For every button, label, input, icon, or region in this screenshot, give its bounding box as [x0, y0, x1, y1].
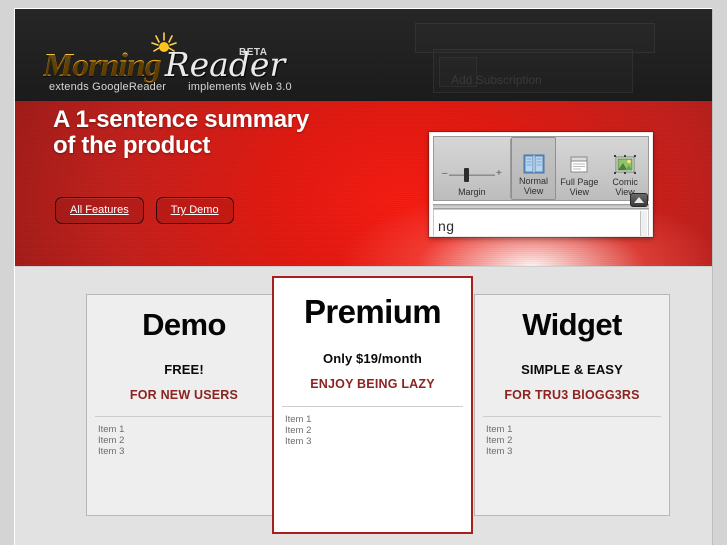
- screenshot-body-text: ng: [438, 218, 455, 234]
- all-features-button[interactable]: All Features: [55, 197, 144, 224]
- full-page-view-icon: [567, 155, 591, 175]
- slider-minus-icon[interactable]: –: [442, 168, 448, 180]
- try-demo-button[interactable]: Try Demo: [155, 197, 234, 224]
- slider-thumb[interactable]: [463, 168, 469, 182]
- normal-view-label-line2: View: [523, 186, 544, 196]
- list-item: Item 2: [486, 435, 513, 446]
- pricing-card-price: SIMPLE & EASY: [521, 362, 623, 377]
- logo-beta-badge: BETA: [239, 47, 268, 58]
- list-item: Item 2: [98, 435, 125, 446]
- normal-view-label-line1: Normal: [519, 176, 549, 186]
- pricing-card-premium[interactable]: Premium Only $19/month ENJOY BEING LAZY …: [272, 276, 473, 534]
- scroll-up-icon[interactable]: [630, 193, 648, 207]
- list-item: Item 3: [98, 446, 125, 457]
- full-page-view-label-line2: View: [569, 187, 589, 197]
- logo-word-morning: Morning: [43, 47, 162, 84]
- logo-tagline-right: implements Web 3.0: [188, 81, 292, 93]
- margin-slider[interactable]: – +: [442, 161, 502, 187]
- hero-cta-group: All Features Try Demo: [55, 197, 234, 224]
- full-page-view-button[interactable]: Full Page View: [556, 137, 602, 200]
- ghost-ui-overlay: Add Subscription: [415, 23, 655, 95]
- screenshot-scrollbar[interactable]: [640, 211, 647, 236]
- normal-view-button[interactable]: Normal View: [510, 137, 557, 200]
- list-item: Item 1: [486, 424, 513, 435]
- pricing-card-feature-list: Item 1 Item 2 Item 3: [285, 414, 471, 447]
- screenshot-ribbon-toolbar: – + Margin Normal View Full Page View Co…: [433, 136, 649, 201]
- logo-tagline: extends GoogleReader implements Web 3.0: [49, 81, 292, 93]
- pricing-card-price: Only $19/month: [323, 351, 422, 366]
- logo-tagline-left: extends GoogleReader: [49, 81, 167, 93]
- pricing-card-feature-list: Item 1 Item 2 Item 3: [98, 424, 281, 457]
- pricing-card-tagline: FOR NEW USERS: [129, 388, 239, 402]
- list-item: Item 1: [98, 424, 125, 435]
- pricing-card-price: FREE!: [164, 362, 204, 377]
- pricing-card-divider: [282, 406, 463, 407]
- hero-banner: A 1-sentence summary of the product All …: [15, 101, 712, 267]
- pricing-card-divider: [95, 416, 273, 417]
- slider-plus-icon[interactable]: +: [496, 168, 502, 180]
- page-frame: Add Subscription Morning Reader BETA ext…: [14, 8, 713, 545]
- site-header: Add Subscription Morning Reader BETA ext…: [15, 9, 712, 101]
- list-item: Item 3: [486, 446, 513, 457]
- pricing-card-feature-list: Item 1 Item 2 Item 3: [486, 424, 669, 457]
- pricing-card-demo[interactable]: Demo FREE! FOR NEW USERS Item 1 Item 2 I…: [86, 294, 282, 516]
- screenshot-content-area: ng: [433, 209, 649, 236]
- pricing-card-title: Premium: [303, 293, 442, 330]
- comic-view-label-line1: Comic: [612, 177, 638, 187]
- pricing-section: Demo FREE! FOR NEW USERS Item 1 Item 2 I…: [15, 267, 712, 545]
- comic-view-button[interactable]: Comic View: [602, 137, 648, 200]
- pricing-card-title: Demo: [142, 307, 226, 342]
- full-page-view-label-line1: Full Page: [560, 177, 599, 187]
- pricing-card-tagline: ENJOY BEING LAZY: [310, 377, 435, 391]
- pricing-card-title: Widget: [522, 307, 622, 342]
- ghost-overlay-label: Add Subscription: [451, 73, 542, 87]
- product-screenshot[interactable]: – + Margin Normal View Full Page View Co…: [429, 132, 653, 237]
- list-item: Item 3: [285, 436, 312, 447]
- pricing-card-divider: [483, 416, 661, 417]
- pricing-card-widget[interactable]: Widget SIMPLE & EASY FOR TRU3 BlOGG3RS I…: [474, 294, 670, 516]
- comic-view-icon: [613, 155, 637, 175]
- ribbon-group-margin[interactable]: – + Margin: [434, 137, 510, 200]
- slider-track: [448, 174, 495, 176]
- site-logo[interactable]: Morning Reader BETA extends GoogleReader…: [43, 32, 292, 93]
- hero-headline: A 1-sentence summary of the product: [53, 106, 309, 160]
- list-item: Item 2: [285, 425, 312, 436]
- margin-group-label: Margin: [458, 187, 486, 197]
- sun-burst-icon: [149, 31, 179, 57]
- list-item: Item 1: [285, 414, 312, 425]
- two-page-view-icon: [522, 154, 546, 174]
- pricing-card-tagline: FOR TRU3 BlOGG3RS: [504, 388, 640, 402]
